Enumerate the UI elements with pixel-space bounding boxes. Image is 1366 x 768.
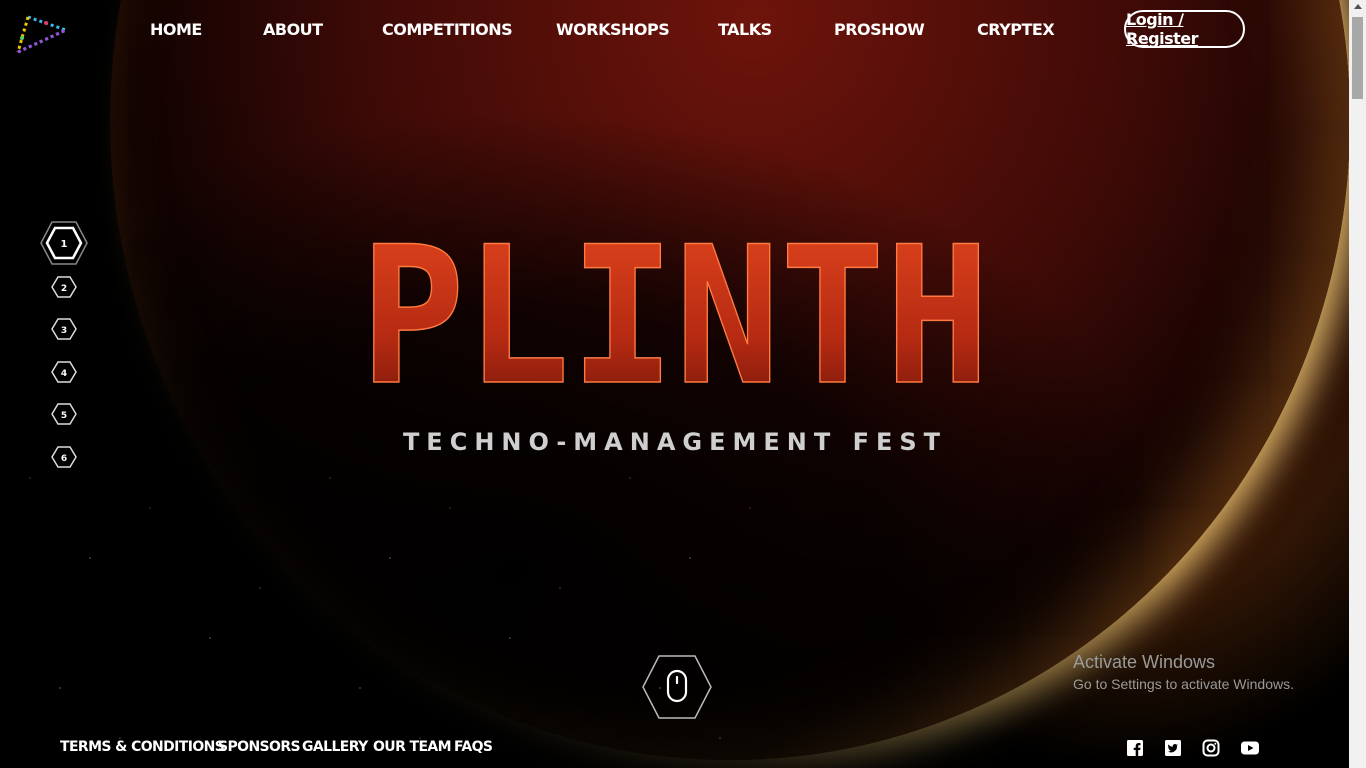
facebook-icon[interactable]	[1126, 739, 1144, 757]
hero-title: PLINTH	[355, 205, 995, 428]
hero-title-text: PLINTH	[360, 240, 990, 395]
pager-label: 4	[61, 369, 67, 379]
scroll-down-button[interactable]	[641, 654, 713, 720]
youtube-icon[interactable]	[1240, 739, 1260, 757]
nav-home[interactable]: HOME	[150, 20, 202, 39]
pager-item-5[interactable]: 5	[51, 402, 77, 426]
pager-item-1[interactable]: 1	[40, 220, 88, 266]
footer-our-team-link[interactable]: OUR TEAM	[373, 739, 452, 755]
instagram-icon[interactable]	[1202, 739, 1220, 757]
scrollbar-thumb[interactable]	[1352, 17, 1363, 99]
nav-about[interactable]: ABOUT	[263, 20, 323, 39]
nav-proshow[interactable]: PROSHOW	[834, 20, 925, 39]
footer-gallery-link[interactable]: GALLERY	[302, 739, 368, 755]
pager-label: 2	[61, 284, 67, 294]
mouse-icon	[666, 669, 688, 703]
pager-label: 5	[61, 411, 67, 421]
pager-item-4[interactable]: 4	[51, 360, 77, 384]
watermark-subtitle: Go to Settings to activate Windows.	[1073, 676, 1294, 692]
logo-icon	[16, 15, 71, 54]
scroll-up-arrow-icon[interactable]	[1354, 4, 1362, 9]
watermark-title: Activate Windows	[1073, 652, 1216, 672]
footer-terms-link[interactable]: TERMS & CONDITIONS	[60, 739, 225, 755]
top-nav: HOME ABOUT COMPETITIONS WORKSHOPS TALKS …	[0, 0, 1350, 62]
twitter-icon[interactable]	[1164, 739, 1182, 757]
footer-faqs-link[interactable]: FAQS	[454, 739, 493, 755]
plinth-logo[interactable]	[12, 12, 71, 58]
page-scrollbar[interactable]	[1349, 0, 1366, 768]
pager-item-3[interactable]: 3	[51, 317, 77, 341]
nav-talks[interactable]: TALKS	[718, 20, 772, 39]
nav-competitions[interactable]: COMPETITIONS	[382, 20, 513, 39]
pager-item-2[interactable]: 2	[51, 275, 77, 299]
plinth-wordmark: PLINTH	[359, 205, 991, 428]
login-register-button[interactable]: Login / Register	[1124, 10, 1245, 48]
pager-label: 3	[61, 326, 67, 336]
nav-cryptex[interactable]: CRYPTEX	[977, 20, 1055, 39]
windows-activation-watermark: Activate Windows Go to Settings to activ…	[1073, 652, 1294, 692]
hero-tagline: TECHNO-MANAGEMENT FEST	[402, 428, 948, 456]
nav-workshops[interactable]: WORKSHOPS	[556, 20, 670, 39]
footer-sponsors-link[interactable]: SPONSORS	[218, 739, 301, 755]
pager-label: 1	[61, 239, 68, 250]
